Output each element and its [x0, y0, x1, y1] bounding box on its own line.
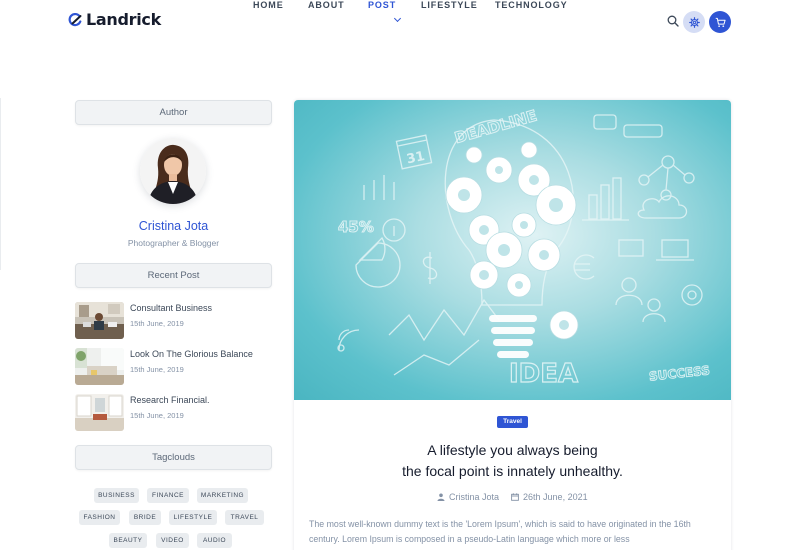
tag-beauty[interactable]: BEAUTY [109, 533, 147, 548]
post-thumbnail[interactable] [75, 302, 124, 339]
post-author[interactable]: Cristina Jota [449, 492, 499, 502]
settings-button[interactable] [683, 11, 705, 33]
post-title-line-2: the focal point is innately unhealthy. [402, 463, 623, 479]
post-title[interactable]: Look On The Glorious Balance [130, 349, 253, 359]
category-badge[interactable]: Travel [497, 416, 528, 428]
tag-travel[interactable]: TRAVEL [225, 510, 264, 525]
left-edge-divider [0, 98, 1, 270]
search-icon[interactable] [667, 15, 679, 27]
top-navbar: Landrick HOME ABOUT POST LIFESTYLE TECHN… [0, 0, 800, 44]
post-excerpt: The most well-known dummy text is the 'L… [309, 519, 691, 544]
post-title[interactable]: Consultant Business [130, 303, 212, 313]
cart-button[interactable] [709, 11, 731, 33]
recent-post-item[interactable]: Look On The Glorious Balance 15th June, … [75, 348, 272, 386]
blog-post-card: DEADLINE 31 45% IDEA SUCCESS [294, 100, 731, 550]
author-name[interactable]: Cristina Jota [75, 219, 272, 233]
idea-lightbulb-illustration: DEADLINE 31 45% IDEA SUCCESS [337, 106, 711, 390]
nav-technology[interactable]: TECHNOLOGY [495, 0, 568, 10]
user-icon [437, 493, 445, 501]
recent-post-item[interactable]: Research Financial. 15th June, 2019 [75, 394, 272, 432]
post-meta: Cristina Jota 26th June, 2021 [437, 492, 588, 502]
calendar-icon [511, 493, 519, 501]
recent-post-widget-title: Recent Post [75, 263, 272, 288]
post-thumbnail[interactable] [75, 394, 124, 431]
tag-business[interactable]: BUSINESS [94, 488, 139, 503]
post-date: 15th June, 2019 [130, 319, 184, 328]
hero-word-success: SUCCESS [648, 363, 710, 383]
office-photo [75, 302, 124, 339]
post-date: 15th June, 2019 [130, 411, 184, 420]
author-photo [140, 138, 206, 204]
hero-word-percent: 45% [338, 218, 374, 236]
tagcloud-widget-title: Tagclouds [75, 445, 272, 470]
hero-word-idea: IDEA [509, 359, 578, 389]
nav-about[interactable]: ABOUT [308, 0, 345, 10]
post-title[interactable]: Research Financial. [130, 395, 210, 405]
post-title[interactable]: A lifestyle you always being the focal p… [320, 440, 705, 482]
hero-word-deadline: DEADLINE [453, 106, 539, 147]
brand-name: Landrick [86, 10, 161, 29]
tag-bride[interactable]: BRIDE [129, 510, 161, 525]
brand-logo[interactable]: Landrick [68, 10, 161, 29]
author-role: Photographer & Blogger [127, 238, 220, 248]
author-avatar[interactable] [140, 138, 206, 204]
chevron-down-icon[interactable] [393, 14, 402, 23]
tag-lifestyle[interactable]: LIFESTYLE [169, 510, 217, 525]
post-date: 15th June, 2019 [130, 365, 184, 374]
recent-post-item[interactable]: Consultant Business 15th June, 2019 [75, 302, 272, 340]
tag-marketing[interactable]: MARKETING [197, 488, 248, 503]
bathroom-photo [75, 394, 124, 431]
tag-video[interactable]: VIDEO [156, 533, 189, 548]
nav-post[interactable]: POST [368, 0, 396, 10]
settings-icon [688, 16, 700, 28]
logo-mark-icon [68, 12, 82, 26]
tag-audio[interactable]: AUDIO [197, 533, 232, 548]
livingroom-photo [75, 348, 124, 385]
post-hero-image[interactable]: DEADLINE 31 45% IDEA SUCCESS [294, 100, 731, 400]
nav-lifestyle[interactable]: LIFESTYLE [421, 0, 478, 10]
tag-finance[interactable]: FINANCE [147, 488, 189, 503]
cart-icon [715, 17, 726, 27]
nav-home[interactable]: HOME [253, 0, 284, 10]
author-widget-title: Author [75, 100, 272, 125]
post-thumbnail[interactable] [75, 348, 124, 385]
tag-fashion[interactable]: FASHION [79, 510, 120, 525]
post-date: 26th June, 2021 [523, 492, 588, 502]
post-title-line-1: A lifestyle you always being [427, 442, 598, 458]
